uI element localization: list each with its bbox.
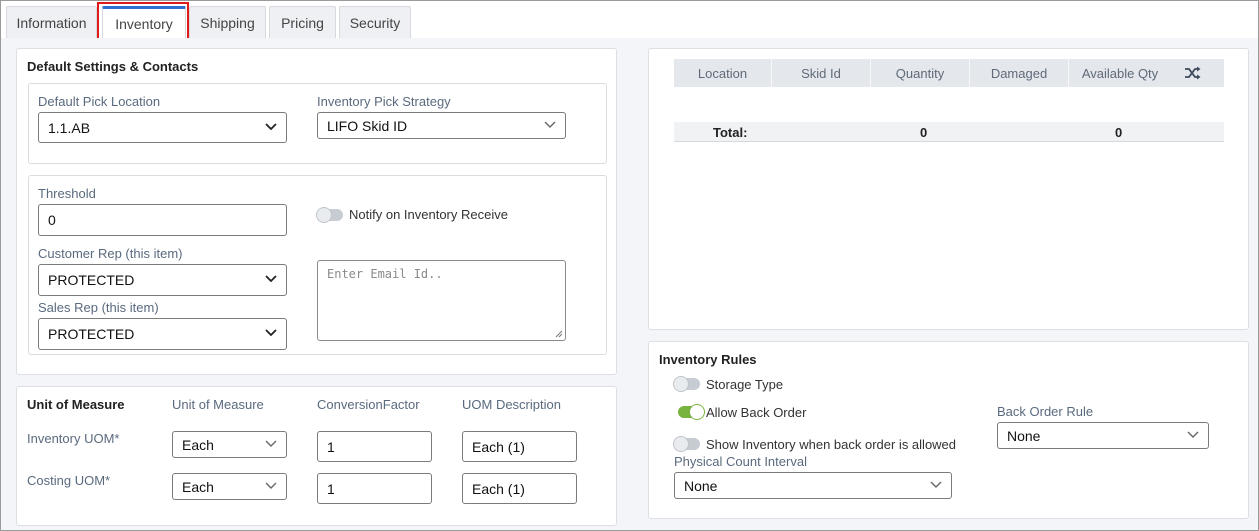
pick-strategy-select[interactable]: LIFO Skid ID bbox=[317, 112, 566, 139]
default-settings-title: Default Settings & Contacts bbox=[27, 59, 199, 74]
col-skid-id[interactable]: Skid Id bbox=[772, 66, 870, 81]
customer-rep-select[interactable]: PROTECTED bbox=[38, 264, 287, 296]
storage-type-label: Storage Type bbox=[706, 377, 784, 392]
threshold-value: 0 bbox=[48, 212, 56, 228]
chevron-down-icon bbox=[930, 481, 942, 488]
stock-table-header: Location Skid Id Quantity Damaged Availa… bbox=[674, 59, 1224, 87]
col-available-qty[interactable]: Available Qty bbox=[1069, 66, 1171, 81]
tab-label: Shipping bbox=[200, 14, 255, 31]
costing-uom-value: Each bbox=[182, 478, 214, 495]
highlight-box bbox=[97, 2, 189, 42]
tab-information[interactable]: Information bbox=[6, 6, 97, 38]
chevron-down-icon bbox=[265, 329, 277, 337]
tab-bar: Information Inventory Shipping Pricing S… bbox=[1, 1, 1258, 38]
notify-toggle[interactable] bbox=[317, 208, 343, 222]
allow-back-order-label: Allow Back Order bbox=[706, 405, 807, 420]
chevron-down-icon bbox=[265, 482, 277, 489]
threshold-input[interactable]: 0 bbox=[38, 204, 287, 236]
uom-col-desc: UOM Description bbox=[462, 397, 561, 412]
physical-count-value: None bbox=[684, 477, 718, 494]
costing-factor-value: 1 bbox=[327, 480, 335, 497]
inventory-desc-value: Each (1) bbox=[472, 438, 525, 455]
email-placeholder: Enter Email Id.. bbox=[327, 267, 443, 281]
inventory-factor-input[interactable]: 1 bbox=[317, 431, 432, 462]
storage-type-toggle[interactable] bbox=[674, 377, 700, 391]
total-quantity: 0 bbox=[920, 125, 928, 140]
tab-shipping[interactable]: Shipping bbox=[189, 6, 266, 38]
shuffle-icon[interactable] bbox=[1184, 66, 1202, 80]
customer-rep-value: PROTECTED bbox=[48, 272, 135, 288]
uom-col-unit: Unit of Measure bbox=[172, 397, 264, 412]
tab-pricing[interactable]: Pricing bbox=[269, 6, 336, 38]
chevron-down-icon bbox=[1187, 431, 1199, 438]
notify-label: Notify on Inventory Receive bbox=[349, 207, 508, 222]
inventory-uom-select[interactable]: Each bbox=[172, 431, 287, 458]
show-inventory-label: Show Inventory when back order is allowe… bbox=[706, 437, 957, 452]
inventory-factor-value: 1 bbox=[327, 438, 335, 455]
customer-rep-label: Customer Rep (this item) bbox=[38, 246, 183, 261]
tab-label: Pricing bbox=[281, 14, 324, 31]
physical-count-select[interactable]: None bbox=[674, 472, 952, 499]
pick-location-label: Default Pick Location bbox=[38, 94, 161, 109]
sales-rep-label: Sales Rep (this item) bbox=[38, 300, 159, 315]
pick-strategy-value: LIFO Skid ID bbox=[327, 117, 408, 134]
inventory-desc-input[interactable]: Each (1) bbox=[462, 431, 577, 462]
inventory-uom-label: Inventory UOM* bbox=[27, 431, 120, 446]
pick-strategy-label: Inventory Pick Strategy bbox=[317, 94, 451, 109]
chevron-down-icon bbox=[544, 121, 556, 128]
tab-security[interactable]: Security bbox=[339, 6, 411, 38]
inventory-uom-value: Each bbox=[182, 436, 214, 453]
stock-table-panel bbox=[648, 48, 1249, 330]
tab-label: Security bbox=[349, 14, 401, 31]
col-location[interactable]: Location bbox=[674, 66, 771, 81]
total-available: 0 bbox=[1115, 125, 1123, 140]
chevron-down-icon bbox=[265, 440, 277, 447]
email-textarea[interactable]: Enter Email Id.. bbox=[317, 260, 566, 341]
pick-location-select[interactable]: 1.1.AB bbox=[38, 112, 287, 143]
stock-table-footer: Total: 0 0 bbox=[674, 122, 1224, 142]
chevron-down-icon bbox=[265, 122, 277, 130]
show-inventory-toggle[interactable] bbox=[674, 437, 700, 451]
back-order-rule-label: Back Order Rule bbox=[997, 404, 1094, 419]
costing-factor-input[interactable]: 1 bbox=[317, 473, 432, 504]
tab-label: Information bbox=[16, 14, 87, 31]
back-order-rule-value: None bbox=[1007, 427, 1041, 444]
resize-grip-icon[interactable] bbox=[555, 330, 563, 338]
back-order-rule-select[interactable]: None bbox=[997, 422, 1209, 449]
uom-col-factor: ConversionFactor bbox=[317, 397, 420, 412]
chevron-down-icon bbox=[265, 275, 277, 283]
col-damaged[interactable]: Damaged bbox=[970, 66, 1068, 81]
costing-desc-value: Each (1) bbox=[472, 480, 525, 497]
sales-rep-select[interactable]: PROTECTED bbox=[38, 318, 287, 350]
costing-uom-select[interactable]: Each bbox=[172, 473, 287, 500]
pick-location-value: 1.1.AB bbox=[48, 119, 91, 136]
physical-count-label: Physical Count Interval bbox=[674, 454, 807, 469]
allow-back-order-toggle[interactable] bbox=[678, 405, 704, 419]
costing-desc-input[interactable]: Each (1) bbox=[462, 473, 577, 504]
inventory-rules-title: Inventory Rules bbox=[659, 352, 757, 367]
costing-uom-label: Costing UOM* bbox=[27, 473, 111, 488]
col-quantity[interactable]: Quantity bbox=[871, 66, 969, 81]
threshold-label: Threshold bbox=[38, 186, 96, 201]
sales-rep-value: PROTECTED bbox=[48, 326, 135, 342]
uom-title: Unit of Measure bbox=[27, 397, 125, 412]
total-label: Total: bbox=[713, 125, 748, 140]
